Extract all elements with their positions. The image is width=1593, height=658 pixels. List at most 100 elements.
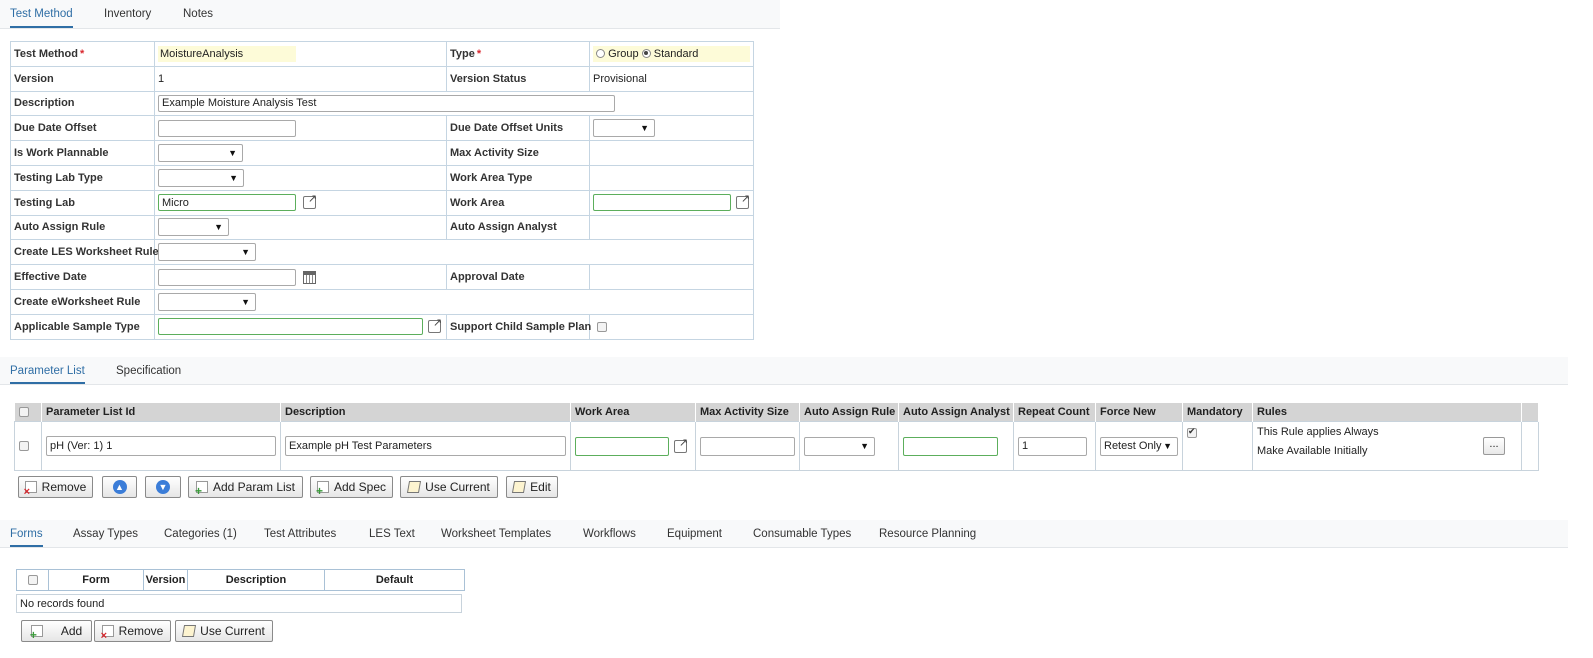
- external-link-icon[interactable]: [674, 436, 688, 453]
- create-eworksheet-rule-select[interactable]: ▼: [158, 292, 256, 311]
- external-link-icon[interactable]: [303, 192, 317, 210]
- use-current-button[interactable]: Use Current: [400, 476, 498, 498]
- col-max-activity-size[interactable]: Max Activity Size: [695, 403, 800, 422]
- forms-select-all-checkbox[interactable]: [27, 575, 38, 586]
- col-form[interactable]: Form: [48, 569, 144, 591]
- param-work-area-input[interactable]: [575, 436, 669, 456]
- type-group-radio[interactable]: [596, 48, 605, 58]
- tab-workflows[interactable]: Workflows: [583, 520, 636, 547]
- param-list-id-input[interactable]: [46, 436, 276, 456]
- calendar-icon[interactable]: [303, 270, 317, 284]
- work-area-type-label: Work Area Type: [446, 164, 590, 191]
- work-area-label: Work Area: [446, 189, 590, 216]
- rules-edit-button[interactable]: ...: [1483, 437, 1505, 455]
- use-current-icon: [182, 625, 197, 637]
- chevron-down-icon: ▼: [860, 440, 869, 451]
- create-les-worksheet-rule-select[interactable]: ▼: [158, 243, 256, 262]
- tab-test-attributes[interactable]: Test Attributes: [264, 520, 336, 547]
- force-new-value: Retest Only: [1104, 439, 1162, 452]
- col-rules[interactable]: Rules: [1252, 403, 1522, 422]
- work-area-type-value: [589, 164, 754, 191]
- effective-date-input[interactable]: [158, 268, 296, 286]
- col-form-description[interactable]: Description: [187, 569, 325, 591]
- chevron-down-icon: ▼: [640, 123, 649, 134]
- remove-form-button[interactable]: Remove: [94, 620, 171, 642]
- tab-categories[interactable]: Categories (1): [164, 520, 237, 547]
- testing-lab-input[interactable]: [158, 194, 296, 212]
- work-area-input[interactable]: [593, 194, 731, 212]
- external-link-icon[interactable]: [428, 316, 442, 334]
- max-activity-size-label: Max Activity Size: [446, 140, 590, 166]
- test-method-form: Test Method * MoistureAnalysis Type * Grou…: [10, 41, 754, 340]
- tab-equipment[interactable]: Equipment: [667, 520, 722, 547]
- arrow-up-icon: ▲: [112, 480, 127, 494]
- edit-button[interactable]: Edit: [506, 476, 558, 498]
- tab-forms[interactable]: Forms: [10, 520, 43, 547]
- external-link-icon[interactable]: [736, 192, 750, 210]
- col-force-new[interactable]: Force New: [1095, 403, 1183, 422]
- test-method-value[interactable]: MoistureAnalysis: [158, 45, 296, 62]
- col-repeat-count[interactable]: Repeat Count: [1013, 403, 1096, 422]
- col-default[interactable]: Default: [324, 569, 465, 591]
- add-form-button[interactable]: Add: [21, 620, 92, 642]
- rule-always: This Rule applies Always: [1257, 426, 1379, 438]
- param-max-activity-size-input[interactable]: [700, 436, 795, 456]
- type-standard-radio[interactable]: [641, 48, 651, 58]
- chevron-down-icon: ▼: [241, 296, 250, 307]
- select-all-checkbox[interactable]: [18, 407, 29, 418]
- tab-notes[interactable]: Notes: [183, 0, 213, 28]
- col-mandatory[interactable]: Mandatory: [1182, 403, 1253, 422]
- add-spec-button[interactable]: Add Spec: [310, 476, 393, 498]
- due-date-offset-label: Due Date Offset: [10, 115, 155, 142]
- chevron-down-icon: ▼: [229, 172, 238, 183]
- support-child-sample-plan-checkbox[interactable]: [597, 321, 607, 332]
- use-current-form-button[interactable]: Use Current: [175, 620, 273, 642]
- move-down-button[interactable]: ▼: [145, 476, 181, 498]
- remove-icon: [24, 481, 37, 498]
- due-date-offset-input[interactable]: [158, 119, 296, 137]
- testing-lab-label: Testing Lab: [10, 189, 155, 216]
- testing-lab-type-select[interactable]: ▼: [158, 168, 244, 187]
- row-checkbox[interactable]: [19, 441, 29, 452]
- tab-worksheet-templates[interactable]: Worksheet Templates: [441, 520, 551, 547]
- tab-assay-types[interactable]: Assay Types: [73, 520, 138, 547]
- description-input[interactable]: [158, 94, 615, 112]
- tab-les-text[interactable]: LES Text: [369, 520, 415, 547]
- tab-parameter-list[interactable]: Parameter List: [10, 357, 85, 384]
- col-work-area[interactable]: Work Area: [570, 403, 696, 422]
- tab-resource-planning[interactable]: Resource Planning: [879, 520, 976, 547]
- tab-specification[interactable]: Specification: [116, 357, 181, 384]
- col-auto-assign-rule[interactable]: Auto Assign Rule: [799, 403, 899, 422]
- move-up-button[interactable]: ▲: [102, 476, 137, 498]
- mandatory-checkbox[interactable]: [1187, 426, 1197, 439]
- applicable-sample-type-label: Applicable Sample Type: [10, 313, 155, 340]
- col-description[interactable]: Description: [280, 403, 571, 422]
- parameter-list-grid: Parameter List Id Description Work Area …: [14, 403, 1539, 471]
- approval-date-label: Approval Date: [446, 264, 590, 290]
- tab-test-method[interactable]: Test Method: [10, 0, 73, 28]
- param-auto-assign-analyst-input[interactable]: [903, 436, 998, 456]
- version-label: Version: [10, 65, 155, 92]
- auto-assign-analyst-label: Auto Assign Analyst: [446, 214, 590, 241]
- remove-form-label: Remove: [118, 624, 164, 638]
- repeat-count-input[interactable]: [1018, 436, 1087, 456]
- is-work-plannable-select[interactable]: ▼: [158, 144, 243, 163]
- add-param-list-button[interactable]: Add Param List: [188, 476, 303, 498]
- tab-inventory[interactable]: Inventory: [104, 0, 151, 28]
- tab-consumable-types[interactable]: Consumable Types: [753, 520, 851, 547]
- version-status-label: Version Status: [446, 65, 590, 92]
- add-icon: [316, 481, 329, 498]
- col-parameter-list-id[interactable]: Parameter List Id: [41, 403, 281, 422]
- auto-assign-rule-label: Auto Assign Rule: [10, 214, 155, 241]
- force-new-select[interactable]: Retest Only ▼: [1100, 436, 1178, 456]
- param-auto-assign-rule-select[interactable]: ▼: [804, 436, 875, 456]
- remove-param-button[interactable]: Remove: [18, 476, 93, 498]
- col-version[interactable]: Version: [143, 569, 188, 591]
- rule-available-initially: Make Available Initially: [1257, 445, 1368, 457]
- remove-param-label: Remove: [41, 480, 87, 494]
- applicable-sample-type-input[interactable]: [158, 318, 423, 336]
- col-auto-assign-analyst[interactable]: Auto Assign Analyst: [898, 403, 1014, 422]
- due-date-offset-units-select[interactable]: ▼: [593, 119, 655, 138]
- param-description-input[interactable]: [285, 436, 566, 456]
- auto-assign-rule-select[interactable]: ▼: [158, 218, 229, 237]
